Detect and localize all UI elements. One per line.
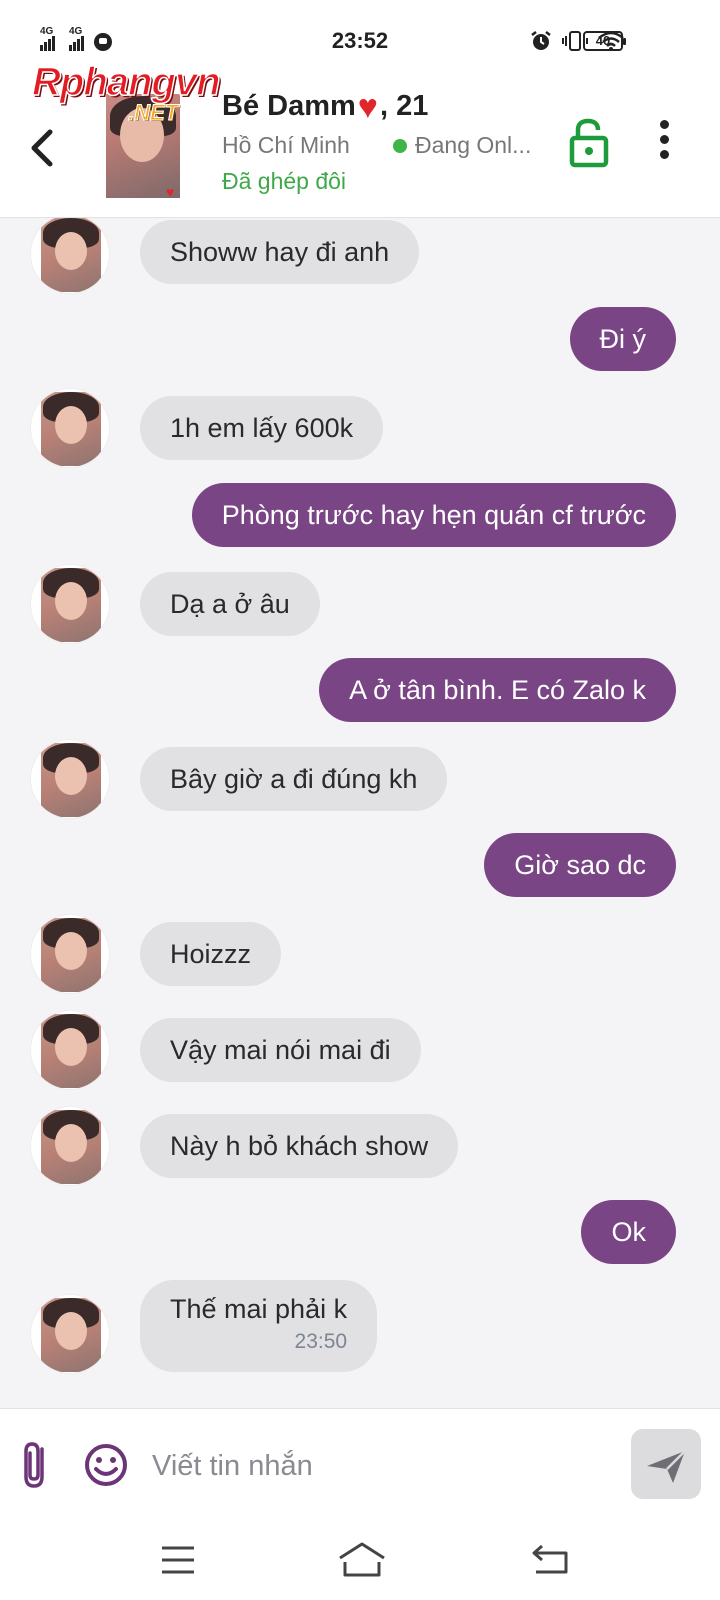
heart-emoji: ♥ [357,87,378,126]
incoming-message-bubble[interactable]: Thế mai phải k 23:50 [140,1280,378,1372]
sender-avatar[interactable] [30,1010,110,1090]
smiley-icon [85,1444,127,1486]
sender-avatar[interactable] [30,1106,110,1186]
online-status-text: Đang Onl... [415,132,532,158]
message-text: Giờ sao dc [514,850,646,880]
lock-button[interactable] [568,118,610,168]
message-text: 1h em lấy 600k [170,413,354,443]
message-text: A ở tân bình. E có Zalo k [349,675,646,705]
sender-avatar[interactable] [30,739,110,819]
emoji-button[interactable] [84,1443,128,1487]
menu-icon [162,1546,194,1574]
message-text: Phòng trước hay hẹn quán cf trước [221,500,646,530]
attach-button[interactable] [20,1439,54,1491]
message-timestamp: 23:50 [294,1330,348,1353]
sender-avatar[interactable] [30,218,110,294]
incoming-message-bubble[interactable]: Bây giờ a đi đúng kh [140,747,448,811]
message-text: Thế mai phải k [170,1294,348,1324]
sender-avatar[interactable] [30,388,110,468]
back-arrow-icon [532,1544,568,1574]
message-text: Ok [611,1217,646,1247]
message-composer [0,1408,720,1522]
system-navigation-bar [0,1522,720,1600]
profile-age: , 21 [379,90,429,122]
incoming-message-bubble[interactable]: Hoizzz [140,922,282,986]
more-options-button[interactable] [652,120,676,168]
heart-icon: ♥ [166,184,175,198]
battery-icon: 40 [583,31,626,51]
profile-name-text: Bé Damm [222,90,356,122]
message-input[interactable] [152,1437,592,1495]
incoming-message-bubble[interactable]: 1h em lấy 600k [140,396,384,460]
incoming-message-bubble[interactable]: Này h bỏ khách show [140,1114,459,1178]
recent-apps-button[interactable] [160,1544,196,1576]
message-list[interactable]: Showw hay đi anh Đi ý 1h em lấy 600k Phò… [0,218,720,1408]
message-text: Đi ý [599,324,647,354]
send-button[interactable] [631,1429,701,1499]
profile-location: Hồ Chí Minh [222,132,350,158]
message-text: Showw hay đi anh [170,237,390,267]
outgoing-message-bubble[interactable]: Phòng trước hay hẹn quán cf trước [191,483,676,547]
watermark-text: Rphangvn [31,59,221,105]
message-text: Vậy mai nói mai đi [170,1035,391,1065]
incoming-message-bubble[interactable]: Showw hay đi anh [140,220,420,284]
outgoing-message-bubble[interactable]: Giờ sao dc [484,833,676,897]
watermark-subtext: .NET [127,100,179,126]
paper-plane-icon [647,1450,686,1483]
alarm-icon [531,31,551,50]
message-text: Hoizzz [170,939,252,969]
incoming-message-bubble[interactable]: Dạ a ở âu [140,572,320,636]
message-text: Này h bỏ khách show [170,1131,429,1161]
sender-avatar[interactable] [30,1294,110,1374]
unlocked-padlock-icon [569,118,609,168]
incoming-message-bubble[interactable]: Vậy mai nói mai đi [140,1018,421,1082]
home-button[interactable] [337,1540,387,1578]
home-icon [339,1542,385,1577]
match-status: Đã ghép đôi [222,168,347,194]
system-back-button[interactable] [530,1542,570,1576]
outgoing-message-bubble[interactable]: A ở tân bình. E có Zalo k [319,658,676,722]
paperclip-icon [24,1442,44,1488]
online-status: Đang Onl... [393,132,531,159]
outgoing-message-bubble[interactable]: Đi ý [569,307,676,371]
online-dot-icon [393,138,407,153]
chat-header: ♥ Rphangvn .NET Bé Damm ♥ , 21 Hồ Chí Mi… [0,59,720,218]
more-vertical-icon [652,120,676,159]
battery-level: 40 [595,33,611,48]
sender-avatar[interactable] [30,564,110,644]
message-text: Dạ a ở âu [170,589,290,619]
outgoing-message-bubble[interactable]: Ok [581,1200,676,1264]
profile-name[interactable]: Bé Damm ♥ , 21 [222,87,429,126]
sender-avatar[interactable] [30,914,110,994]
message-text: Bây giờ a đi đúng kh [170,764,418,794]
